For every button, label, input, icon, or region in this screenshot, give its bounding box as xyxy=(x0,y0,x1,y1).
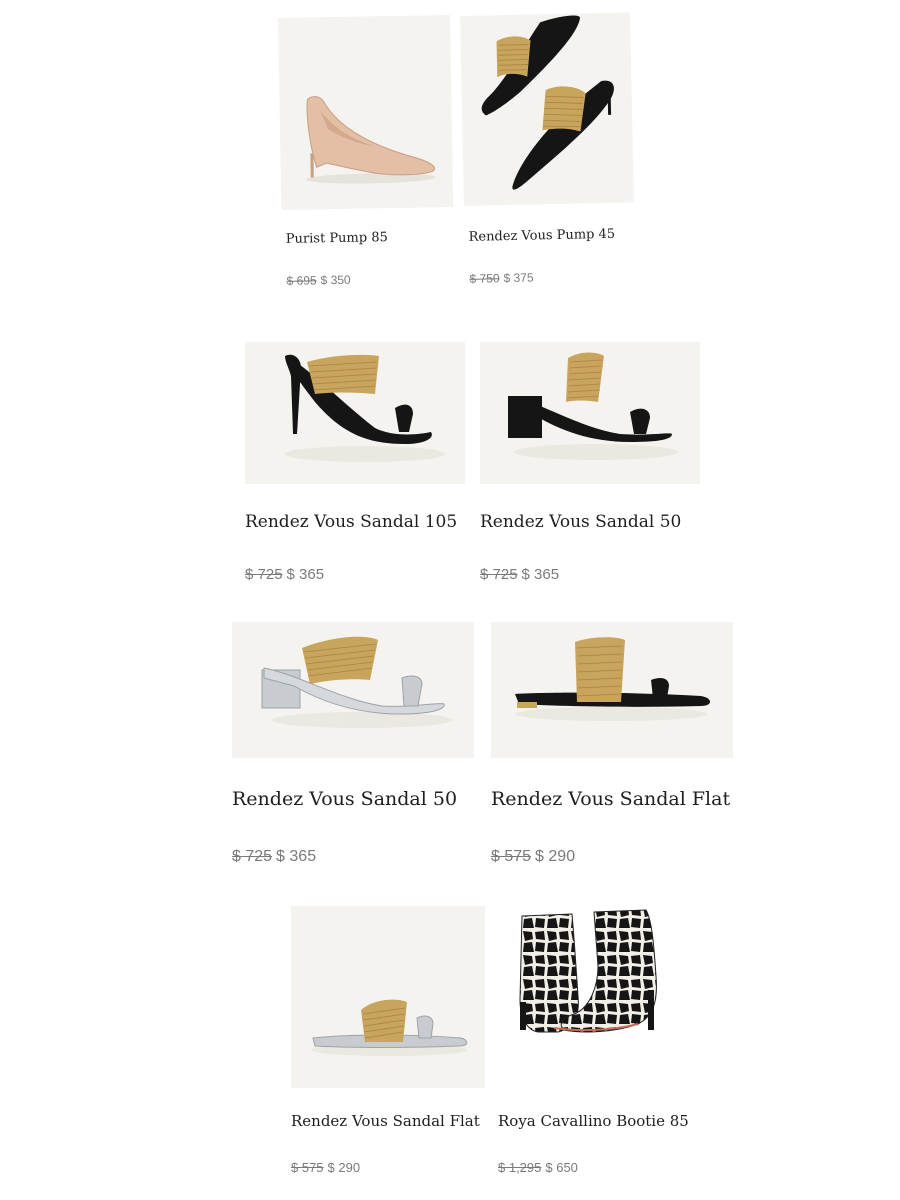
product-card[interactable]: Purist Pump 85 $ 695 $ 350 xyxy=(278,14,458,308)
nude-pump-illustration xyxy=(305,96,436,184)
product-image[interactable] xyxy=(491,622,733,758)
product-name[interactable]: Rendez Vous Pump 45 xyxy=(468,227,615,245)
product-price: $ 575 $ 290 xyxy=(491,848,575,866)
original-price: $ 725 xyxy=(480,566,518,583)
product-card[interactable]: Rendez Vous Sandal Flat $ 575 $ 290 xyxy=(291,906,487,1186)
sale-price: $ 365 xyxy=(286,566,325,583)
product-image[interactable] xyxy=(291,906,485,1088)
product-image[interactable] xyxy=(498,906,678,1088)
product-price: $ 575 $ 290 xyxy=(291,1160,360,1175)
sale-price: $ 365 xyxy=(276,848,317,865)
black-flat-sandal-illustration xyxy=(515,637,710,721)
product-image[interactable] xyxy=(480,342,700,484)
product-name[interactable]: Purist Pump 85 xyxy=(286,230,388,247)
product-name[interactable]: Rendez Vous Sandal Flat xyxy=(491,788,730,810)
original-price: $ 725 xyxy=(245,566,283,583)
product-card[interactable]: Rendez Vous Sandal Flat $ 575 $ 290 xyxy=(491,622,735,882)
original-price: $ 725 xyxy=(232,848,273,865)
product-image[interactable] xyxy=(245,342,465,484)
original-price: $ 575 xyxy=(291,1160,324,1175)
product-image[interactable] xyxy=(278,14,454,210)
product-image[interactable] xyxy=(232,622,474,758)
product-card[interactable]: Rendez Vous Sandal 105 $ 725 $ 365 xyxy=(245,342,467,592)
silver-flat-sandal-illustration xyxy=(311,999,468,1056)
cavallino-bootie-illustration xyxy=(519,909,657,1033)
sale-price: $ 375 xyxy=(503,270,534,286)
silver-block-heel-sandal-illustration xyxy=(261,636,452,728)
product-name[interactable]: Rendez Vous Sandal 50 xyxy=(480,512,681,532)
product-name[interactable]: Rendez Vous Sandal 105 xyxy=(245,512,457,532)
product-card[interactable]: Rendez Vous Sandal 50 $ 725 $ 365 xyxy=(480,342,702,592)
product-name[interactable]: Rendez Vous Sandal 50 xyxy=(232,788,457,810)
product-price: $ 750 $ 375 xyxy=(469,271,533,286)
sale-price: $ 650 xyxy=(545,1160,578,1175)
original-price: $ 575 xyxy=(491,848,532,865)
product-card[interactable]: Rendez Vous Pump 45 $ 750 $ 375 xyxy=(460,12,641,306)
original-price: $ 1,295 xyxy=(498,1160,542,1175)
sale-price: $ 350 xyxy=(320,272,351,288)
product-card[interactable]: Rendez Vous Sandal 50 $ 725 $ 365 xyxy=(232,622,476,882)
sale-price: $ 365 xyxy=(521,566,560,583)
product-price: $ 725 $ 365 xyxy=(232,848,316,866)
product-price: $ 695 $ 350 xyxy=(286,273,350,288)
product-price: $ 725 $ 365 xyxy=(480,566,559,583)
sale-price: $ 290 xyxy=(327,1160,361,1175)
black-block-heel-sandal-illustration xyxy=(508,352,678,460)
product-price: $ 1,295 $ 650 xyxy=(498,1160,578,1175)
product-image[interactable] xyxy=(460,12,634,206)
original-price: $ 695 xyxy=(286,273,317,288)
original-price: $ 750 xyxy=(469,271,500,286)
product-card[interactable]: Roya Cavallino Bootie 85 $ 1,295 $ 650 xyxy=(498,906,694,1186)
product-name[interactable]: Roya Cavallino Bootie 85 xyxy=(498,1112,689,1130)
black-gold-pump-illustration xyxy=(481,15,614,190)
sale-price: $ 290 xyxy=(535,848,576,865)
black-heel-sandal-illustration xyxy=(285,354,445,462)
product-price: $ 725 $ 365 xyxy=(245,566,324,583)
product-name[interactable]: Rendez Vous Sandal Flat xyxy=(291,1112,480,1130)
